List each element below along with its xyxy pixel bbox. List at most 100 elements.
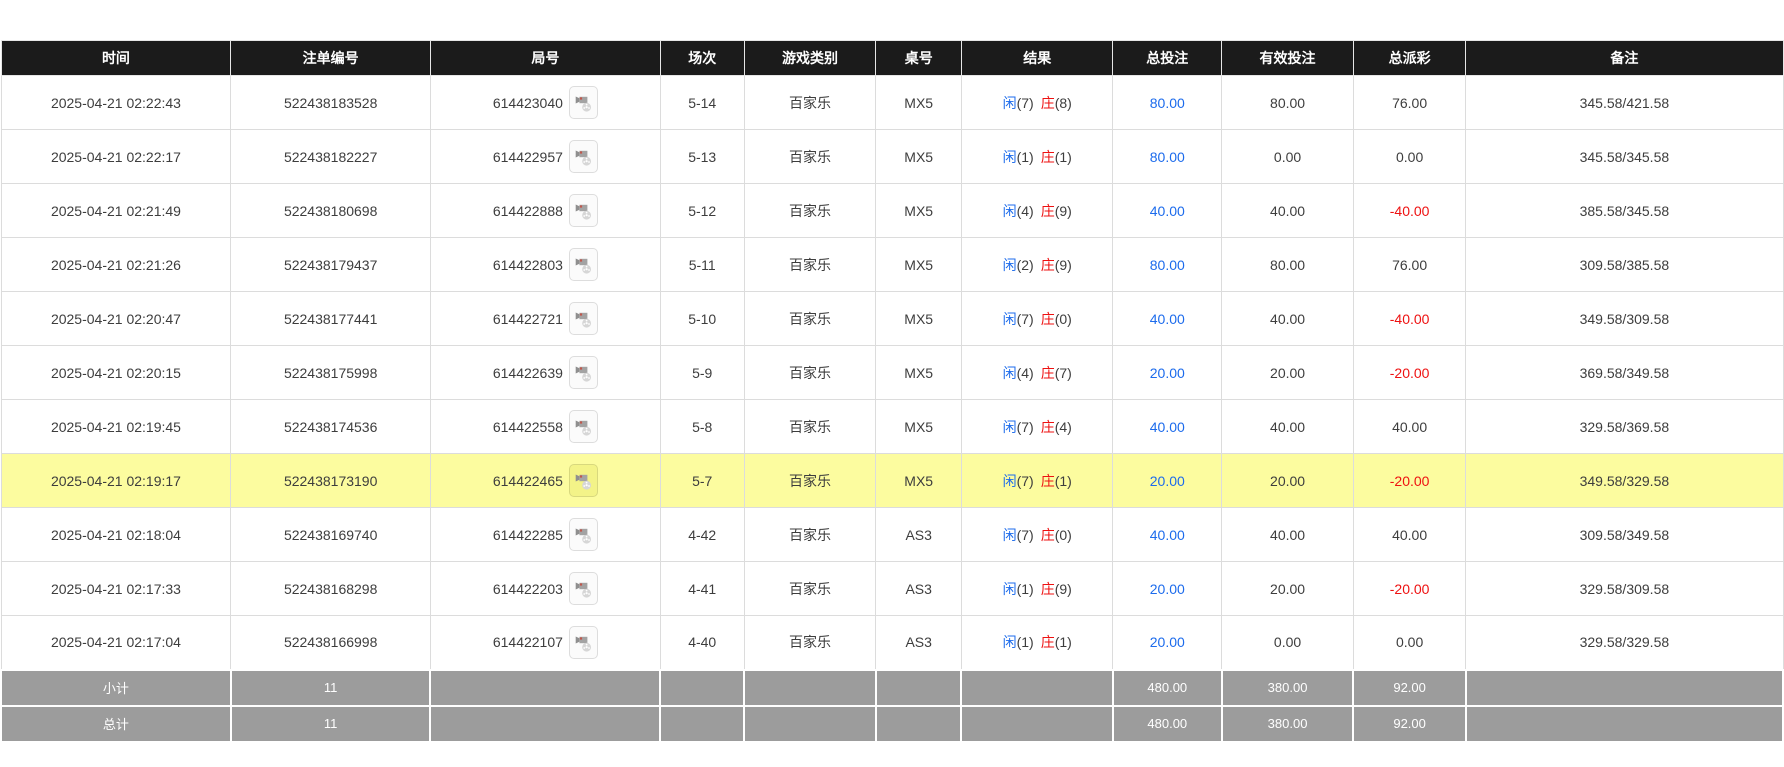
round-no-value: 614422721: [492, 310, 563, 327]
video-replay-button[interactable]: [568, 302, 598, 335]
total-bet-cell: 40.00: [1112, 399, 1223, 454]
total-bet-cell: 80.00: [1112, 237, 1223, 292]
table-no-cell: MX5: [875, 291, 962, 346]
table-row[interactable]: 2025-04-21 02:17:04 522438166998 6144221…: [0, 615, 1784, 670]
table-no-cell: MX5: [875, 183, 962, 238]
time-cell: 2025-04-21 02:21:49: [0, 183, 232, 238]
summary-total-payout-cell: 92.00: [1352, 668, 1467, 707]
round-no-value: 614422465: [492, 472, 563, 489]
video-replay-button[interactable]: [568, 194, 598, 227]
time-cell: 2025-04-21 02:18:04: [0, 507, 232, 562]
video-replay-button[interactable]: [568, 625, 598, 659]
summary-empty-cell: [960, 668, 1114, 707]
bet-id-cell: 522438173190: [230, 453, 431, 508]
result-player-score: (7): [1016, 472, 1034, 489]
video-replay-icon: [575, 636, 591, 652]
video-replay-button[interactable]: [568, 356, 598, 389]
summary-empty-cell: [1464, 704, 1784, 743]
video-replay-button[interactable]: [568, 86, 598, 119]
video-replay-icon: [575, 204, 591, 220]
valid-bet-cell: 80.00: [1221, 75, 1354, 130]
session-cell: 5-14: [659, 75, 745, 130]
video-replay-icon: [575, 96, 591, 112]
subtotal-row: 小计 11 480.00 380.00 92.00: [0, 668, 1784, 707]
result-player-score: (7): [1016, 526, 1034, 543]
valid-bet-cell: 20.00: [1221, 453, 1354, 508]
video-replay-icon: [575, 528, 591, 544]
result-banker-score: (8): [1054, 94, 1072, 111]
table-row[interactable]: 2025-04-21 02:21:26 522438179437 6144228…: [0, 237, 1784, 292]
result-banker-label: 庄: [1040, 94, 1055, 111]
result-player-score: (4): [1016, 202, 1034, 219]
summary-empty-cell: [659, 668, 746, 707]
video-replay-button[interactable]: [568, 410, 598, 443]
table-row[interactable]: 2025-04-21 02:21:49 522438180698 6144228…: [0, 183, 1784, 238]
session-cell: 5-9: [659, 345, 745, 400]
bet-id-cell: 522438183528: [230, 75, 431, 130]
total-bet-cell: 40.00: [1112, 291, 1223, 346]
video-replay-button[interactable]: [568, 140, 598, 173]
total-payout-cell: 76.00: [1352, 237, 1467, 292]
table-row[interactable]: 2025-04-21 02:19:45 522438174536 6144225…: [0, 399, 1784, 454]
summary-empty-cell: [429, 668, 662, 707]
summary-empty-cell: [874, 668, 963, 707]
game-type-cell: 百家乐: [743, 75, 877, 130]
remark-cell: 329.58/309.58: [1465, 561, 1784, 616]
time-cell: 2025-04-21 02:20:47: [0, 291, 232, 346]
result-player-label: 闲: [1002, 364, 1017, 381]
column-header-result: 结果: [960, 40, 1114, 76]
table-row[interactable]: 2025-04-21 02:22:17 522438182227 6144229…: [0, 129, 1784, 184]
video-replay-button[interactable]: [568, 518, 598, 551]
table-row[interactable]: 2025-04-21 02:20:47 522438177441 6144227…: [0, 291, 1784, 346]
time-cell: 2025-04-21 02:17:04: [0, 615, 232, 670]
column-header-total-bet: 总投注: [1112, 40, 1223, 76]
total-payout-cell: 0.00: [1352, 129, 1467, 184]
result-banker-score: (1): [1054, 472, 1072, 489]
video-replay-button[interactable]: [568, 572, 598, 605]
total-payout-cell: -20.00: [1352, 561, 1467, 616]
game-type-cell: 百家乐: [743, 183, 877, 238]
table-row[interactable]: 2025-04-21 02:20:15 522438175998 6144226…: [0, 345, 1784, 400]
result-player-score: (7): [1016, 94, 1034, 111]
game-type-cell: 百家乐: [743, 399, 877, 454]
table-row[interactable]: 2025-04-21 02:19:17 522438173190 6144224…: [0, 453, 1784, 508]
total-payout-cell: 76.00: [1352, 75, 1467, 130]
result-player-score: (7): [1016, 418, 1034, 435]
table-row[interactable]: 2025-04-21 02:22:43 522438183528 6144230…: [0, 75, 1784, 130]
total-bet-cell: 20.00: [1112, 345, 1223, 400]
video-replay-icon: [575, 582, 591, 598]
result-cell: 闲(1) 庄(9): [960, 561, 1114, 616]
round-no-cell: 614422558: [429, 399, 661, 454]
video-replay-icon: [575, 366, 591, 382]
summary-count-cell: 11: [229, 668, 432, 707]
total-payout-cell: 0.00: [1352, 615, 1467, 670]
table-row[interactable]: 2025-04-21 02:18:04 522438169740 6144222…: [0, 507, 1784, 562]
result-cell: 闲(7) 庄(8): [960, 75, 1114, 130]
table-no-cell: MX5: [875, 399, 962, 454]
remark-cell: 349.58/309.58: [1465, 291, 1784, 346]
time-cell: 2025-04-21 02:19:45: [0, 399, 232, 454]
bet-id-cell: 522438182227: [230, 129, 431, 184]
session-cell: 5-8: [659, 399, 745, 454]
total-payout-cell: -20.00: [1352, 345, 1467, 400]
round-no-cell: 614422639: [429, 345, 661, 400]
table-row[interactable]: 2025-04-21 02:17:33 522438168298 6144222…: [0, 561, 1784, 616]
result-banker-score: (9): [1054, 580, 1072, 597]
result-banker-score: (1): [1054, 634, 1072, 651]
round-no-value: 614422639: [492, 364, 563, 381]
video-replay-button[interactable]: [568, 248, 598, 281]
result-cell: 闲(1) 庄(1): [960, 615, 1114, 670]
total-bet-cell: 40.00: [1112, 507, 1223, 562]
table-no-cell: AS3: [875, 561, 962, 616]
column-header-total-payout: 总派彩: [1352, 40, 1467, 76]
valid-bet-cell: 0.00: [1221, 129, 1354, 184]
remark-cell: 349.58/329.58: [1465, 453, 1784, 508]
result-cell: 闲(7) 庄(0): [960, 507, 1114, 562]
result-player-label: 闲: [1002, 148, 1017, 165]
bet-id-cell: 522438166998: [230, 615, 431, 670]
summary-empty-cell: [874, 704, 963, 743]
remark-cell: 309.58/385.58: [1465, 237, 1784, 292]
video-replay-button[interactable]: [568, 464, 598, 497]
game-type-cell: 百家乐: [743, 453, 877, 508]
bet-records-table: 时间 注单编号 局号 场次 游戏类别 桌号 结果 总投注 有效投注 总派彩 备注 2025-04-2…: [0, 40, 1784, 743]
